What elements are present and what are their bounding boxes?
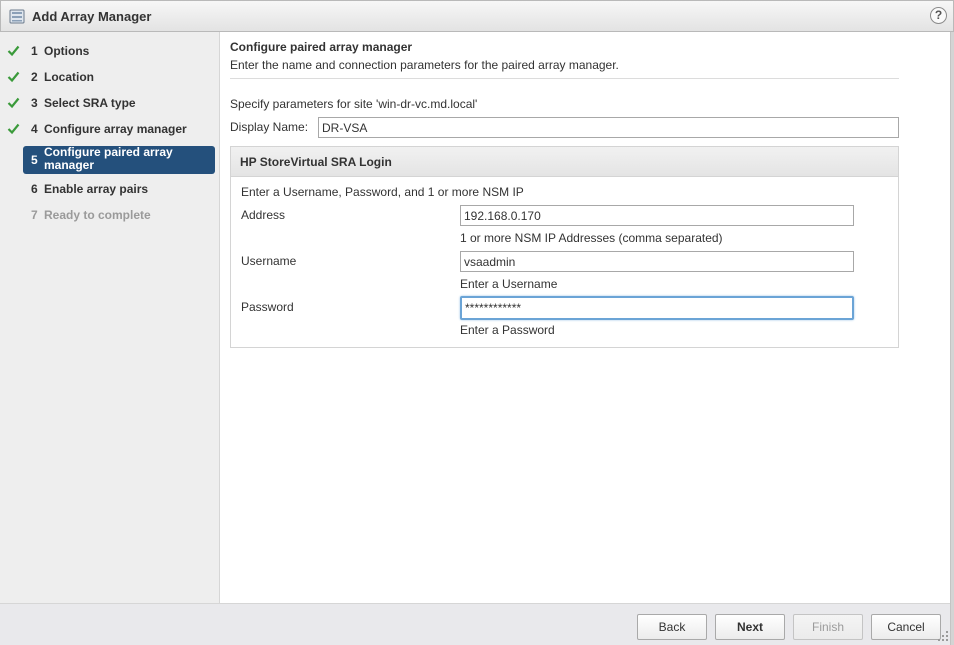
step-label: Select SRA type <box>44 96 136 110</box>
password-input[interactable] <box>460 296 854 320</box>
dialog-frame-edge <box>950 32 954 645</box>
step-number: 5 <box>31 153 38 167</box>
step-configure-paired-array-manager[interactable]: 5 Configure paired array manager <box>23 146 215 174</box>
address-input[interactable] <box>460 205 854 226</box>
address-label: Address <box>241 208 286 222</box>
storage-array-icon <box>9 9 25 24</box>
username-help-text: Enter a Username <box>460 277 558 291</box>
step-label: Location <box>44 70 94 84</box>
page-description: Enter the name and connection parameters… <box>230 58 619 72</box>
step-label: Ready to complete <box>44 208 151 222</box>
password-help-text: Enter a Password <box>460 323 555 337</box>
check-icon <box>7 45 20 57</box>
step-number: 1 <box>31 44 38 58</box>
step-number: 2 <box>31 70 38 84</box>
username-input[interactable] <box>460 251 854 272</box>
wizard-steps-sidebar: 1 Options 2 Location 3 Select SRA type 4… <box>0 32 220 603</box>
step-label: Configure paired array manager <box>44 145 173 172</box>
password-label: Password <box>241 300 294 314</box>
dialog-titlebar: Add Array Manager ? <box>0 0 954 32</box>
divider <box>230 78 899 79</box>
address-help-text: 1 or more NSM IP Addresses (comma separa… <box>460 231 723 245</box>
resize-grip-icon[interactable] <box>937 630 949 642</box>
check-icon <box>7 97 20 109</box>
step-number: 4 <box>31 122 38 136</box>
step-ready-to-complete: 7 Ready to complete <box>23 203 215 229</box>
panel-title: HP StoreVirtual SRA Login <box>240 155 392 169</box>
wizard-footer: Back Next Finish Cancel <box>0 603 950 645</box>
wizard-content: Configure paired array manager Enter the… <box>221 32 950 603</box>
step-number: 6 <box>31 182 38 196</box>
finish-button: Finish <box>793 614 863 640</box>
page-title: Configure paired array manager <box>230 40 413 54</box>
step-enable-array-pairs[interactable]: 6 Enable array pairs <box>23 177 215 203</box>
step-number: 3 <box>31 96 38 110</box>
help-icon[interactable]: ? <box>930 7 947 24</box>
next-button[interactable]: Next <box>715 614 785 640</box>
site-parameters-text: Specify parameters for site 'win-dr-vc.m… <box>230 97 478 111</box>
step-location[interactable]: 2 Location <box>7 65 215 91</box>
back-button[interactable]: Back <box>637 614 707 640</box>
display-name-input[interactable] <box>318 117 899 138</box>
dialog-title: Add Array Manager <box>32 9 152 24</box>
check-icon <box>7 123 20 135</box>
panel-header: HP StoreVirtual SRA Login <box>231 147 898 177</box>
display-name-label: Display Name: <box>230 120 309 134</box>
cancel-button[interactable]: Cancel <box>871 614 941 640</box>
check-icon <box>7 71 20 83</box>
step-configure-array-manager[interactable]: 4 Configure array manager <box>7 117 215 143</box>
step-number: 7 <box>31 208 38 222</box>
step-select-sra-type[interactable]: 3 Select SRA type <box>7 91 215 117</box>
step-label: Options <box>44 44 90 58</box>
sra-login-panel: HP StoreVirtual SRA Login Enter a Userna… <box>230 146 899 348</box>
username-label: Username <box>241 254 297 268</box>
step-options[interactable]: 1 Options <box>7 39 215 65</box>
step-label: Enable array pairs <box>44 182 149 196</box>
panel-intro-text: Enter a Username, Password, and 1 or mor… <box>241 185 524 199</box>
step-label: Configure array manager <box>44 122 187 136</box>
